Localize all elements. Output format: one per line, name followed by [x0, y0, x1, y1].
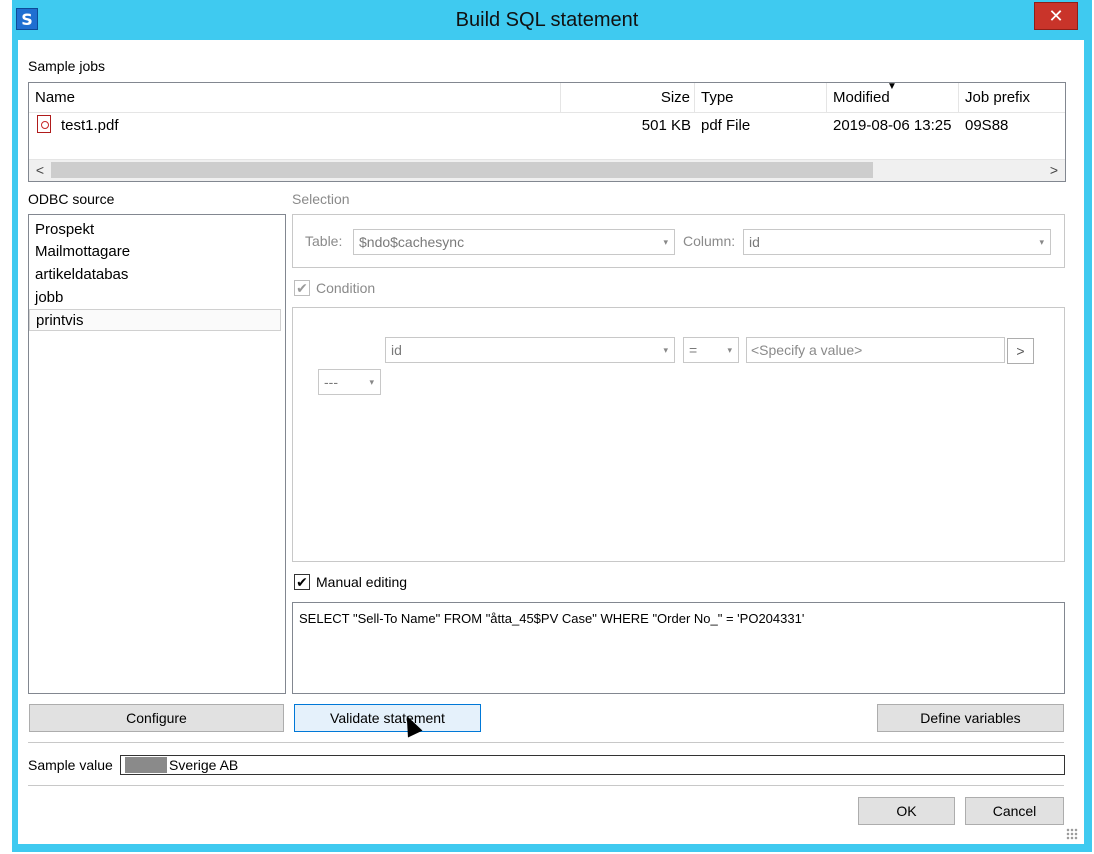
- chevron-down-icon: ▾: [1039, 237, 1044, 247]
- check-icon: ✔: [296, 574, 308, 590]
- close-icon: ✕: [1048, 6, 1064, 26]
- chevron-down-icon: ▾: [663, 237, 668, 247]
- chevron-down-icon: ▾: [663, 345, 668, 355]
- selection-label: Selection: [292, 191, 350, 207]
- sample-value-text: Sverige AB: [169, 757, 239, 773]
- pdf-file-icon: [37, 115, 51, 133]
- list-item-selected[interactable]: printvis: [29, 309, 281, 331]
- cell-modified: 2019-08-06 13:25: [833, 117, 952, 134]
- list-header: Name Size Type Modified ▼ Job prefix: [29, 81, 1067, 113]
- manual-editing-checkbox[interactable]: ✔: [294, 574, 310, 590]
- window-title: Build SQL statement: [455, 9, 639, 31]
- list-item[interactable]: jobb: [29, 287, 281, 309]
- column-header-modified[interactable]: Modified ▼: [827, 81, 959, 113]
- table-dropdown[interactable]: $ndo$cachesync ▾: [353, 229, 675, 255]
- column-dropdown-value: id: [749, 234, 760, 250]
- condition-operator-dropdown[interactable]: = ▾: [683, 337, 739, 363]
- cell-job-prefix: 09S88: [965, 117, 1009, 134]
- ok-button[interactable]: OK: [858, 797, 955, 825]
- divider: [28, 785, 1064, 786]
- configure-button[interactable]: Configure: [29, 704, 284, 732]
- condition-field-value: id: [391, 342, 402, 358]
- list-item[interactable]: Mailmottagare: [29, 241, 281, 263]
- cancel-button[interactable]: Cancel: [965, 797, 1064, 825]
- column-label: Column:: [683, 233, 736, 249]
- sort-indicator-icon: ▼: [887, 81, 897, 92]
- condition-checkbox[interactable]: ✔: [294, 280, 310, 296]
- condition-operator-value: =: [689, 342, 698, 358]
- cell-size: 501 KB: [641, 117, 691, 134]
- cell-name: test1.pdf: [61, 117, 119, 134]
- resize-grip-icon[interactable]: [1066, 828, 1078, 840]
- column-header-size[interactable]: Size: [561, 83, 695, 113]
- sql-text: SELECT "Sell-To Name" FROM "åtta_45$PV C…: [299, 611, 805, 626]
- title-bar[interactable]: S Build SQL statement ✕: [12, 0, 1092, 40]
- condition-connector-dropdown[interactable]: --- ▾: [318, 369, 381, 395]
- column-header-modified-label: Modified: [833, 89, 890, 106]
- column-dropdown[interactable]: id ▾: [743, 229, 1051, 255]
- scroll-right-button[interactable]: >: [1043, 160, 1065, 181]
- divider: [28, 742, 1064, 743]
- table-label: Table:: [305, 233, 343, 249]
- chevron-down-icon: ▾: [369, 377, 374, 387]
- condition-value-placeholder: <Specify a value>: [751, 342, 863, 358]
- check-icon: ✔: [296, 280, 308, 296]
- sql-editor[interactable]: SELECT "Sell-To Name" FROM "åtta_45$PV C…: [292, 602, 1065, 694]
- table-dropdown-value: $ndo$cachesync: [359, 234, 465, 250]
- list-item[interactable]: artikeldatabas: [29, 264, 281, 286]
- add-condition-button[interactable]: >: [1007, 338, 1034, 364]
- list-item[interactable]: Prospekt: [29, 219, 281, 241]
- manual-editing-label: Manual editing: [316, 574, 408, 590]
- column-header-type[interactable]: Type: [695, 83, 827, 113]
- define-variables-button[interactable]: Define variables: [877, 704, 1064, 732]
- odbc-source-label: ODBC source: [28, 191, 115, 207]
- cell-type: pdf File: [701, 117, 751, 134]
- condition-connector-value: ---: [324, 374, 338, 390]
- sample-jobs-list[interactable]: Name Size Type Modified ▼ Job prefix tes…: [28, 81, 1067, 182]
- scroll-left-button[interactable]: <: [29, 160, 51, 181]
- validate-statement-button[interactable]: Validate statement: [294, 704, 481, 732]
- sample-jobs-label: Sample jobs: [28, 58, 106, 74]
- redacted-block: [125, 757, 167, 773]
- condition-label: Condition: [316, 280, 376, 296]
- condition-field-dropdown[interactable]: id ▾: [385, 337, 675, 363]
- table-row[interactable]: test1.pdf 501 KB pdf File 2019-08-06 13:…: [29, 113, 1065, 139]
- column-header-job-prefix[interactable]: Job prefix: [959, 83, 1067, 113]
- chevron-down-icon: ▾: [727, 345, 732, 355]
- horizontal-scrollbar[interactable]: < >: [29, 159, 1065, 181]
- condition-value-input[interactable]: <Specify a value>: [746, 337, 1005, 363]
- sample-value-label: Sample value: [28, 757, 113, 773]
- sample-value-field[interactable]: Sverige AB: [120, 755, 1065, 775]
- close-button[interactable]: ✕: [1034, 2, 1078, 30]
- scrollbar-thumb[interactable]: [51, 162, 873, 178]
- odbc-source-list[interactable]: Prospekt Mailmottagare artikeldatabas jo…: [28, 214, 286, 694]
- column-header-name[interactable]: Name: [29, 83, 561, 113]
